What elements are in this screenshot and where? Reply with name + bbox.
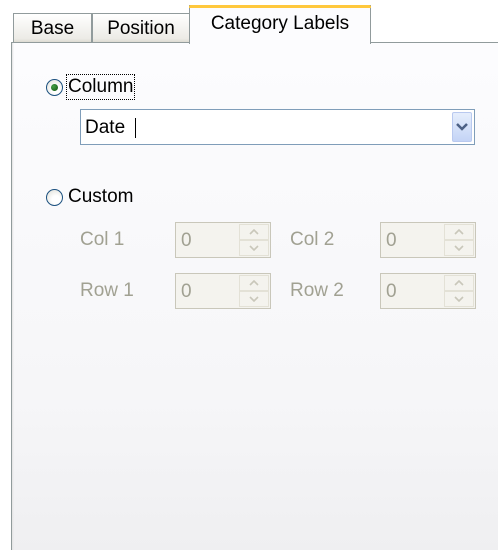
row2-value: 0 xyxy=(386,281,397,302)
col2-value: 0 xyxy=(386,230,397,251)
text-caret xyxy=(135,118,136,138)
row2-label: Row 2 xyxy=(290,280,344,301)
tab-base-label: Base xyxy=(30,17,75,39)
arrow-down-icon xyxy=(249,296,259,302)
col1-up-button xyxy=(239,224,269,240)
column-dropdown[interactable]: Date xyxy=(80,109,475,145)
col2-up-button xyxy=(444,224,474,240)
col2-label: Col 2 xyxy=(290,229,335,250)
chevron-down-icon xyxy=(456,123,468,131)
row2-spinner: 0 xyxy=(380,273,476,309)
row1-down-button xyxy=(239,291,269,307)
tab-base[interactable]: Base xyxy=(13,13,92,43)
arrow-up-icon xyxy=(249,280,259,286)
arrow-up-icon xyxy=(454,280,464,286)
tab-position[interactable]: Position xyxy=(92,13,190,43)
custom-radio-option[interactable]: Custom xyxy=(46,186,133,208)
column-radio[interactable] xyxy=(46,78,63,96)
tab-category-labels[interactable]: Category Labels xyxy=(189,5,371,44)
tab-category-labels-label: Category Labels xyxy=(210,13,350,34)
col1-spinner: 0 xyxy=(175,222,271,258)
row1-value: 0 xyxy=(181,281,192,302)
arrow-down-icon xyxy=(454,296,464,302)
col2-down-button xyxy=(444,240,474,256)
row1-label: Row 1 xyxy=(80,280,134,301)
row2-up-button xyxy=(444,275,474,291)
tab-strip: Base Position Category Labels xyxy=(0,0,498,44)
column-dropdown-value[interactable]: Date xyxy=(85,117,126,139)
arrow-up-icon xyxy=(454,229,464,235)
arrow-up-icon xyxy=(249,229,259,235)
column-radio-label[interactable]: Column xyxy=(65,74,136,100)
arrow-down-icon xyxy=(249,245,259,251)
custom-radio[interactable] xyxy=(46,188,63,206)
col1-label: Col 1 xyxy=(80,229,125,250)
arrow-down-icon xyxy=(454,245,464,251)
row1-up-button xyxy=(239,275,269,291)
col1-value: 0 xyxy=(181,230,192,251)
col1-down-button xyxy=(239,240,269,256)
row2-down-button xyxy=(444,291,474,307)
dropdown-button[interactable] xyxy=(452,112,472,142)
row1-spinner: 0 xyxy=(175,273,271,309)
tab-position-label: Position xyxy=(107,17,175,39)
col2-spinner: 0 xyxy=(380,222,476,258)
column-radio-option[interactable]: Column xyxy=(46,74,136,100)
custom-radio-label[interactable]: Custom xyxy=(68,186,133,208)
